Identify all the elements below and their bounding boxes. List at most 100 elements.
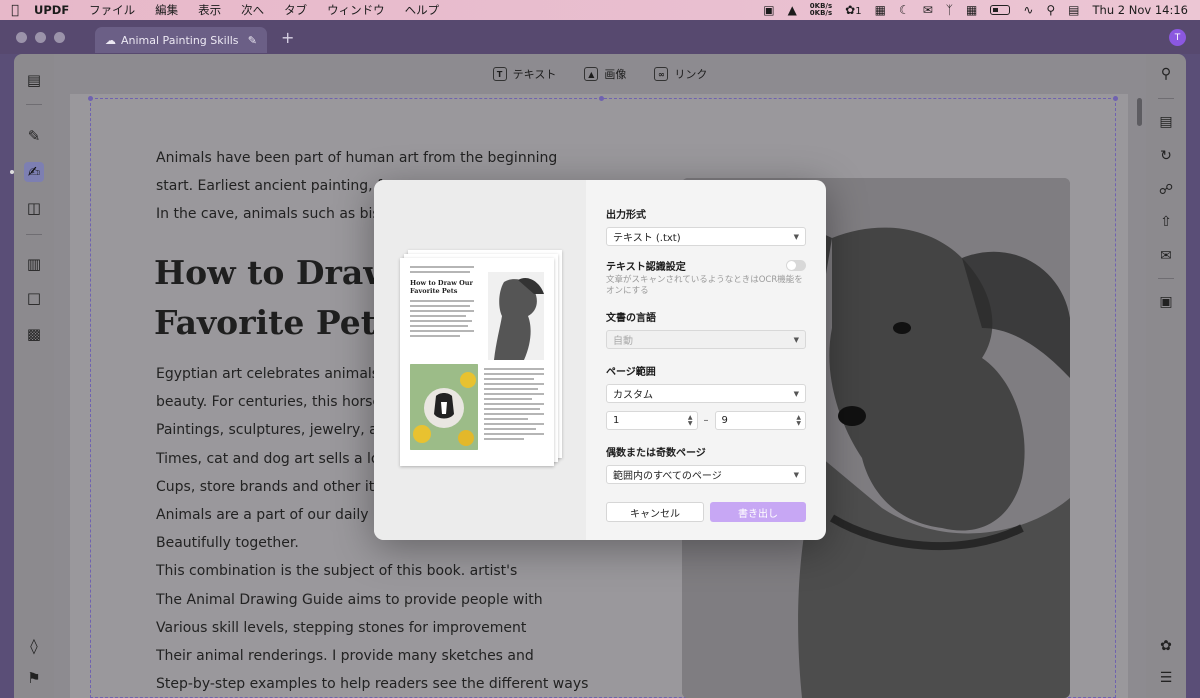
odd-even-label: 偶数または奇数ページ [606,448,706,459]
output-format-select[interactable]: テキスト (.txt) ▼ [606,227,806,246]
spotlight-icon[interactable]: ⚲ [1046,3,1055,17]
add-link-button[interactable]: ∞ リンク [654,66,707,82]
apple-icon[interactable]:  [0,3,30,18]
search-icon[interactable]: ⚲ [1156,64,1176,84]
ocr-icon[interactable]: ▤ [1156,112,1176,132]
layers-icon[interactable]: ◊ [24,636,44,656]
range-from-stepper[interactable]: 1 ▲ ▼ [606,411,698,430]
convert-icon[interactable]: ▥ [24,254,44,274]
menu-edit[interactable]: 編集 [145,2,188,18]
menu-tab[interactable]: タブ [274,2,317,18]
comment-icon[interactable]: ✎ [24,126,44,146]
stepper-icon[interactable]: ▲ ▼ [688,414,693,427]
range-to-stepper[interactable]: 9 ▲ ▼ [714,411,806,430]
menu-help[interactable]: ヘルプ [395,2,450,18]
bookmark-icon[interactable]: ⚑ [24,668,44,688]
ocr-hint: 文章がスキャンされているようなときはOCR機能をオンにする [606,275,803,296]
reader-icon[interactable]: ▤ [24,70,44,90]
avatar[interactable]: T [1169,29,1186,46]
minimize-window-button[interactable] [35,31,46,43]
moon-icon[interactable]: ☾ [899,3,910,17]
email-icon[interactable]: ✉ [1156,246,1176,266]
resize-handle[interactable] [88,96,93,101]
edit-pdf-icon[interactable]: ✍ [24,162,44,182]
output-format-label: 出力形式 [606,210,646,221]
divider [1158,98,1174,99]
left-toolbar: ▤ ✎ ✍ ◫ ▥ □ ▩ ◊ ⚑ [14,54,54,698]
vertical-scrollbar[interactable] [1137,98,1142,126]
add-text-button[interactable]: T テキスト [492,66,556,82]
save-icon[interactable]: ▣ [1156,292,1176,312]
chevron-down-icon: ▼ [793,470,799,479]
stepper-icon[interactable]: ▲ ▼ [796,414,801,427]
divider [1158,278,1174,279]
chevron-down-icon: ▼ [793,232,799,241]
menu-next[interactable]: 次へ [231,2,274,18]
add-image-button[interactable]: ▲ 画像 [584,66,626,82]
ocr-label: テキスト認識設定 [606,262,686,273]
zoom-window-button[interactable] [54,31,65,43]
export-dialog: How to Draw Our Favorite Pets 出力形式 テキスト … [374,180,826,540]
menu-window[interactable]: ウィンドウ [317,2,395,18]
image-icon: ▲ [584,67,599,81]
document-heading[interactable]: How to Draw Favorite Pets [154,248,395,348]
menubar:  UPDF ファイル 編集 表示 次へ タブ ウィンドウ ヘルプ ▣ ▲ 0K… [0,0,1200,20]
menu-file[interactable]: ファイル [79,2,145,18]
language-select[interactable]: 自動 ▼ [606,330,806,349]
clock[interactable]: Thu 2 Nov 14:16 [1093,3,1188,17]
cloud-icon: ☁ [105,33,116,47]
link-icon: ∞ [654,67,669,81]
pencil-icon[interactable]: ✎ [248,34,257,47]
mail-off-icon[interactable]: ✉ [923,3,933,17]
language-label: 文書の言語 [606,313,656,324]
bluetooth-icon[interactable]: ᛉ [946,3,953,17]
new-tab-button[interactable]: + [281,28,294,47]
resize-handle[interactable] [599,96,604,101]
output-format-value: テキスト (.txt) [613,233,681,244]
heading-line: Favorite Pets [154,303,395,342]
chevron-down-icon: ▼ [793,335,799,344]
thumbnail-dog-photo [410,364,478,450]
range-from-value: 1 [613,415,620,426]
odd-even-select[interactable]: 範囲内のすべてのページ ▼ [606,465,806,484]
range-row: 1 ▲ ▼ – 9 ▲ ▼ [606,411,806,430]
ocr-toggle[interactable] [786,260,806,271]
close-window-button[interactable] [16,31,27,43]
app-menu[interactable]: UPDF [30,3,79,17]
thumbnail-dog-sketch [488,272,544,360]
convert-file-icon[interactable]: ↻ [1156,146,1176,166]
battery-icon[interactable] [990,5,1011,15]
control-center-icon[interactable]: ▤ [1068,3,1079,17]
cancel-button[interactable]: キャンセル [606,502,704,522]
range-to-value: 9 [721,415,728,426]
page-organize-icon[interactable]: ◫ [24,198,44,218]
text-line: Step-by-step examples to help readers se… [156,676,589,693]
text-line: Animals have been part of human art from… [156,150,558,166]
export-button[interactable]: 書き出し [710,502,806,522]
document-tab[interactable]: ☁ Animal Painting Skills ✎ [95,27,267,53]
notification-icon[interactable]: ✿1 [845,3,861,17]
chat-icon[interactable]: ☰ [1156,668,1176,688]
thumbnail-title: How to Draw Our Favorite Pets [410,279,473,295]
redact-icon[interactable]: ▩ [24,324,44,344]
cat-icon[interactable]: ▲ [788,3,797,17]
share-icon[interactable]: ⇧ [1156,212,1176,232]
heading-line: How to Draw [154,253,392,292]
controller-icon[interactable]: ▣ [763,3,774,17]
bookmark-app-icon[interactable]: ▦ [875,3,886,17]
grid-icon[interactable]: ▦ [966,3,977,17]
dialog-buttons: キャンセル 書き出し [606,502,806,522]
dialog-settings-pane: 出力形式 テキスト (.txt) ▼ テキスト認識設定 文章がスキャンされている… [586,180,826,540]
resize-handle[interactable] [1113,96,1118,101]
edit-toolbar: T テキスト ▲ 画像 ∞ リンク [54,54,1146,94]
menu-view[interactable]: 表示 [188,2,231,18]
protect-icon[interactable]: ☍ [1156,180,1176,200]
crop-icon[interactable]: □ [24,288,44,308]
ai-assistant-icon[interactable]: ✿ [1156,636,1176,656]
wifi-icon[interactable]: ∿ [1023,3,1033,17]
page-thumbnail: How to Draw Our Favorite Pets [400,258,554,466]
page-range-select[interactable]: カスタム ▼ [606,384,806,403]
dialog-preview-pane: How to Draw Our Favorite Pets [374,180,586,540]
notification-count: 1 [855,6,862,17]
network-speed: 0KB/s 0KB/s [810,3,832,17]
